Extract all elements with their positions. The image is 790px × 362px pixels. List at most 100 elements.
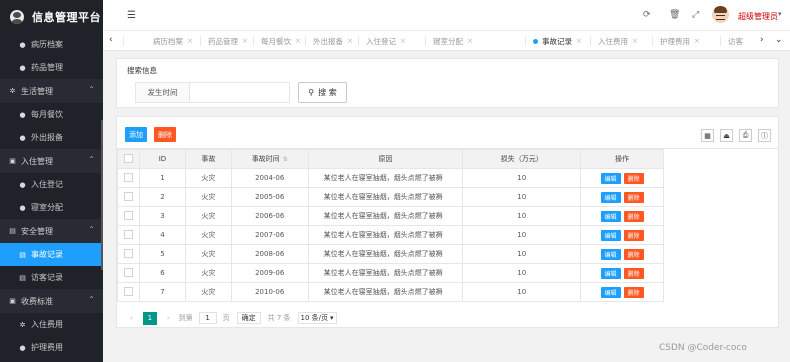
page-size-select[interactable]: 10 条/页 ▾ bbox=[297, 312, 337, 324]
export-icon[interactable]: ⏏ bbox=[720, 129, 733, 142]
sidebar-group-8[interactable]: ▤ 安全管理 ⌃ bbox=[0, 219, 103, 243]
close-icon[interactable]: × bbox=[467, 37, 473, 45]
sidebar-item-7[interactable]: ● 寝室分配 bbox=[0, 196, 103, 219]
close-icon[interactable]: × bbox=[242, 37, 248, 45]
row-delete-button[interactable]: 删除 bbox=[623, 248, 644, 260]
tab-7[interactable]: 入住费用 × bbox=[598, 31, 638, 51]
logo[interactable]: 信息管理平台 bbox=[0, 0, 103, 33]
sidebar-group-5[interactable]: ▣ 入住管理 ⌃ bbox=[0, 149, 103, 173]
sidebar-item-3[interactable]: ● 每月餐饮 bbox=[0, 103, 103, 126]
edit-button[interactable]: 编辑 bbox=[600, 248, 621, 260]
sort-icon[interactable]: ⇅ bbox=[283, 156, 288, 163]
delete-button[interactable]: 删除 bbox=[154, 127, 176, 142]
page-input[interactable]: 1 bbox=[198, 312, 217, 324]
row-delete-button[interactable]: 删除 bbox=[623, 267, 644, 279]
close-icon[interactable]: × bbox=[187, 37, 193, 45]
close-icon[interactable]: × bbox=[400, 37, 406, 45]
trash-icon[interactable]: 🗑 bbox=[669, 10, 680, 20]
edit-button[interactable]: 编辑 bbox=[600, 191, 621, 203]
tab-5[interactable]: 寝室分配 × bbox=[433, 31, 473, 51]
calendar-icon: ▤ bbox=[9, 227, 16, 235]
close-icon[interactable]: × bbox=[295, 37, 301, 45]
table-row[interactable]: 6 火灾 2009-06 某位老人在寝室抽烟，烟头点燃了被褥 10 编辑 删除 bbox=[117, 263, 664, 283]
sidebar-group-2[interactable]: ✲ 生活管理 ⌃ bbox=[0, 79, 103, 103]
tab-9[interactable]: 访客 bbox=[728, 31, 743, 51]
sidebar-item-label: 生活管理 bbox=[21, 86, 53, 96]
cell-id: 1 bbox=[138, 168, 186, 188]
prev-page-icon[interactable]: ‹ bbox=[130, 314, 133, 322]
user-name[interactable]: 超级管理员 bbox=[738, 11, 778, 22]
edit-button[interactable]: 编辑 bbox=[600, 210, 621, 222]
logo-avatar-icon bbox=[10, 9, 24, 24]
sidebar-item-0[interactable]: ● 病历档案 bbox=[0, 33, 103, 56]
row-checkbox[interactable] bbox=[123, 210, 133, 220]
sidebar-item-9[interactable]: ▤ 事故记录 bbox=[0, 243, 103, 266]
tab-0[interactable]: 病历档案 × bbox=[153, 31, 193, 51]
cell-time: 2005-06 bbox=[230, 187, 309, 207]
sidebar-item-1[interactable]: ● 药品管理 bbox=[0, 56, 103, 79]
row-delete-button[interactable]: 删除 bbox=[623, 210, 644, 222]
chevron-down-icon[interactable]: ⌄ bbox=[775, 35, 783, 45]
columns-filter-icon[interactable]: ▦ bbox=[701, 129, 714, 142]
sidebar-item-12[interactable]: ✲ 入住费用 bbox=[0, 313, 103, 336]
table-row[interactable]: 4 火灾 2007-06 某位老人在寝室抽烟，烟头点燃了被褥 10 编辑 删除 bbox=[117, 225, 664, 245]
next-page-icon[interactable]: › bbox=[167, 314, 170, 322]
tab-scroll-left-icon[interactable]: ‹ bbox=[109, 35, 113, 45]
fullscreen-icon[interactable]: ⤢ bbox=[692, 10, 699, 20]
tab-3[interactable]: 外出报备 × bbox=[313, 31, 353, 51]
cell-time: 2007-06 bbox=[230, 225, 309, 245]
table-row[interactable]: 1 火灾 2004-06 某位老人在寝室抽烟，烟头点燃了被褥 10 编辑 删除 bbox=[117, 168, 664, 188]
tab-4[interactable]: 入住登记 × bbox=[366, 31, 406, 51]
table-row[interactable]: 5 火灾 2008-06 某位老人在寝室抽烟，烟头点燃了被褥 10 编辑 删除 bbox=[117, 244, 664, 264]
edit-button[interactable]: 编辑 bbox=[600, 267, 621, 279]
cell-accident: 火灾 bbox=[184, 187, 232, 207]
select-all-checkbox[interactable] bbox=[123, 153, 133, 163]
row-delete-button[interactable]: 删除 bbox=[623, 172, 644, 184]
row-checkbox[interactable] bbox=[123, 229, 133, 239]
close-icon[interactable]: × bbox=[694, 37, 700, 45]
edit-button[interactable]: 编辑 bbox=[600, 286, 621, 298]
edit-button[interactable]: 编辑 bbox=[600, 172, 621, 184]
close-icon[interactable]: × bbox=[632, 37, 638, 45]
row-checkbox[interactable] bbox=[123, 248, 133, 258]
close-icon[interactable]: × bbox=[347, 37, 353, 45]
row-delete-button[interactable]: 删除 bbox=[623, 191, 644, 203]
row-checkbox[interactable] bbox=[123, 267, 133, 277]
table-row[interactable]: 7 火灾 2010-06 某位老人在寝室抽烟，烟头点燃了被褥 10 编辑 删除 bbox=[117, 282, 664, 302]
table-row[interactable]: 2 火灾 2005-06 某位老人在寝室抽烟，烟头点燃了被褥 10 编辑 删除 bbox=[117, 187, 664, 207]
sidebar-scrollbar[interactable] bbox=[101, 120, 103, 270]
sidebar-item-10[interactable]: ▤ 访客记录 bbox=[0, 266, 103, 289]
close-icon[interactable]: × bbox=[576, 37, 582, 45]
table-panel: 添加 删除 ▦ ⏏ ⎙ ⓘ ID 事故 事故时间 ⇅ 原因 损失（万元） 操作 1… bbox=[116, 116, 779, 328]
row-checkbox[interactable] bbox=[123, 286, 133, 296]
tab-8[interactable]: 护理费用 × bbox=[660, 31, 700, 51]
sidebar-item-4[interactable]: ● 外出报备 bbox=[0, 126, 103, 149]
tab-scroll-right-icon[interactable]: › bbox=[760, 35, 764, 45]
refresh-icon[interactable]: ⟳ bbox=[643, 10, 651, 20]
print-icon[interactable]: ⎙ bbox=[739, 129, 752, 142]
row-delete-button[interactable]: 删除 bbox=[623, 286, 644, 298]
page-current[interactable]: 1 bbox=[142, 311, 157, 325]
info-icon[interactable]: ⓘ bbox=[758, 129, 771, 142]
sidebar-item-6[interactable]: ● 入住登记 bbox=[0, 173, 103, 196]
search-button[interactable]: ⚲ 搜 索 bbox=[298, 82, 347, 103]
row-delete-button[interactable]: 删除 bbox=[623, 229, 644, 241]
goto-confirm-button[interactable]: 确定 bbox=[236, 312, 261, 324]
sidebar-group-11[interactable]: ▣ 收费标准 ⌃ bbox=[0, 289, 103, 313]
sidebar-item-13[interactable]: ● 护理费用 bbox=[0, 336, 103, 359]
add-button[interactable]: 添加 bbox=[125, 127, 147, 142]
avatar[interactable] bbox=[712, 6, 729, 23]
table-row[interactable]: 3 火灾 2006-06 某位老人在寝室抽烟，烟头点燃了被褥 10 编辑 删除 bbox=[117, 206, 664, 226]
tab-1[interactable]: 药品管理 × bbox=[208, 31, 248, 51]
col-accident-label: 事故 bbox=[201, 155, 216, 163]
edit-button[interactable]: 编辑 bbox=[600, 229, 621, 241]
row-checkbox[interactable] bbox=[123, 172, 133, 182]
menu-toggle-icon[interactable]: ☰ bbox=[127, 10, 136, 21]
occurrence-time-input[interactable] bbox=[190, 82, 290, 103]
tab-divider bbox=[720, 36, 721, 46]
tab-2[interactable]: 每月餐饮 × bbox=[261, 31, 301, 51]
chevron-down-icon[interactable]: ▾ bbox=[778, 10, 782, 18]
row-checkbox[interactable] bbox=[123, 191, 133, 201]
col-time[interactable]: 事故时间 ⇅ bbox=[230, 149, 309, 169]
tab-6[interactable]: 事故记录 × bbox=[533, 31, 582, 51]
